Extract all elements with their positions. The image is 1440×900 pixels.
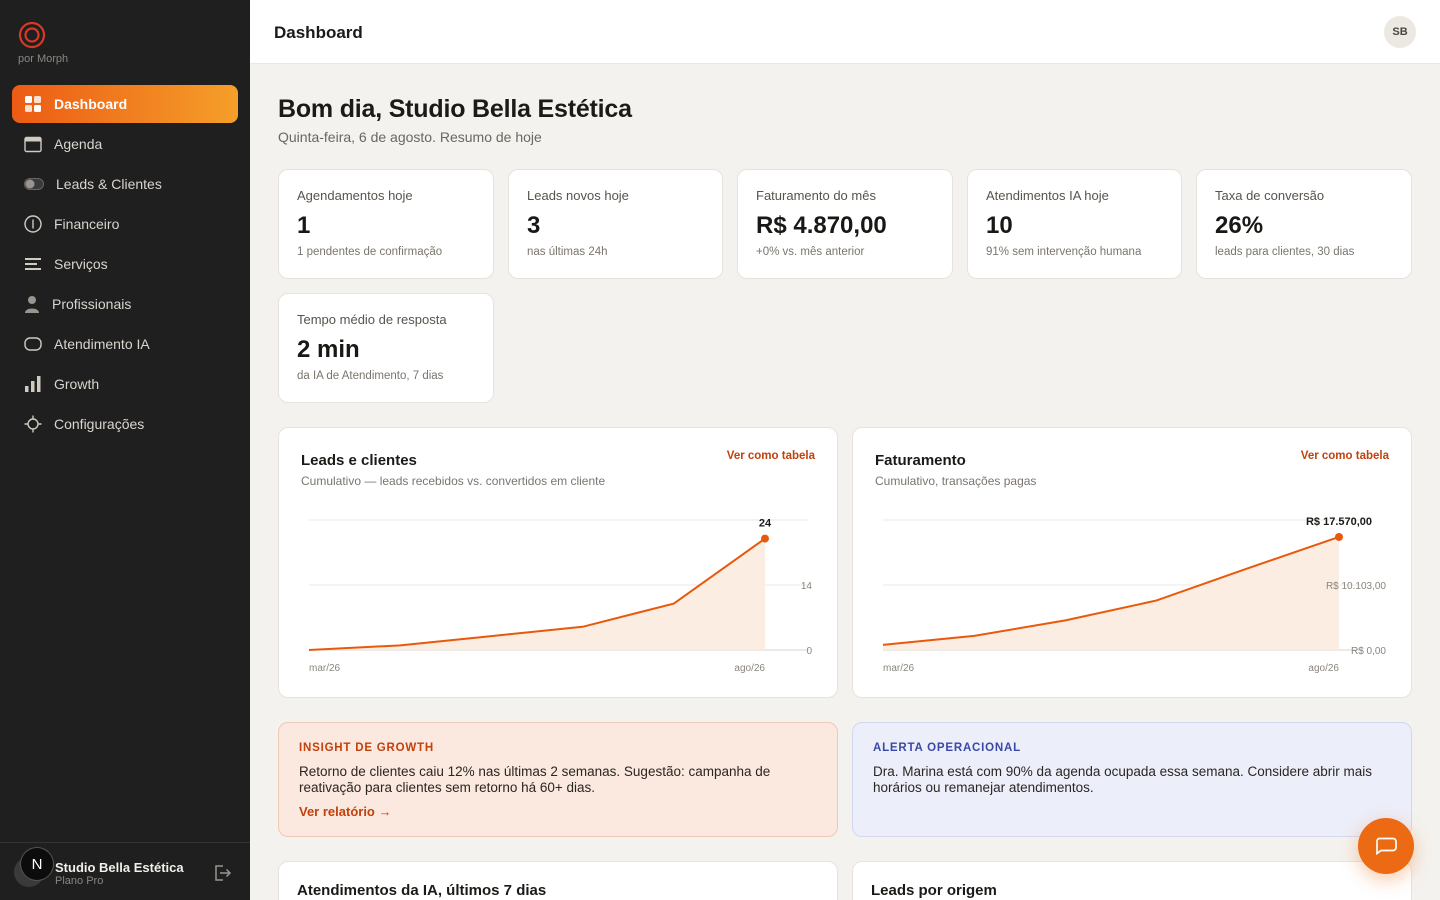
- stat-card-conversao[interactable]: Taxa de conversão 26% leads para cliente…: [1196, 169, 1412, 279]
- chat-bubble-icon: [1376, 837, 1397, 855]
- n-badge[interactable]: N: [21, 848, 53, 880]
- series-area: [883, 536, 1339, 650]
- sidebar: por Morph Dashboard Agenda Leads & Clien…: [0, 0, 250, 900]
- stat-label: Atendimentos IA hoje: [986, 188, 1109, 203]
- stat-value: 26%: [1215, 212, 1264, 239]
- sidebar-item-label: Profissionais: [52, 296, 132, 312]
- stat-hint: +0% vs. mês anterior: [756, 246, 865, 258]
- data-point: [761, 534, 769, 543]
- data-point: [1335, 532, 1343, 541]
- greeting-title: Bom dia, Studio Bella Estética: [278, 95, 632, 123]
- stat-label: Faturamento do mês: [756, 188, 876, 203]
- sidebar-item-label: Growth: [54, 376, 100, 392]
- chat-icon: [24, 335, 42, 353]
- stat-value: 3: [527, 212, 541, 239]
- y-tick-label: 14: [801, 581, 813, 592]
- ops-alert-card: ALERTA OPERACIONAL Dra. Marina está com …: [852, 722, 1412, 837]
- stat-label: Tempo médio de resposta: [297, 312, 447, 327]
- chart-card-revenue: Faturamento Cumulativo, transações pagas…: [852, 427, 1412, 698]
- logo[interactable]: por Morph: [18, 21, 68, 65]
- insight-text: Retorno de clientes caiu 12% nas últimas…: [299, 764, 771, 795]
- grid-icon: [24, 95, 42, 113]
- stat-label: Leads novos hoje: [527, 188, 629, 203]
- sidebar-item-dashboard[interactable]: Dashboard: [12, 85, 238, 123]
- sidebar-item-leads[interactable]: Leads & Clientes: [12, 165, 238, 203]
- sidebar-item-profissionais[interactable]: Profissionais: [12, 285, 238, 323]
- stat-value: 2 min: [297, 336, 360, 363]
- revenue-chart: R$ 17.570,00 R$ 0,00 R$ 10.103,00 mar/26 ago…: [882, 516, 1386, 674]
- gear-icon: [24, 415, 42, 433]
- stat-value: 10: [986, 212, 1013, 239]
- stat-hint: nas últimas 24h: [527, 246, 608, 258]
- stat-card-agendamentos[interactable]: Agendamentos hoje 1 1 pendentes de confi…: [278, 169, 494, 279]
- stat-hint: 91% sem intervenção humana: [986, 246, 1142, 258]
- view-report-link[interactable]: Ver relatório →: [299, 804, 391, 819]
- sidebar-item-label: Financeiro: [54, 216, 120, 232]
- calendar-icon: [24, 135, 42, 153]
- greeting-subtitle: Quinta-feira, 6 de agosto. Resumo de hoj…: [278, 129, 542, 145]
- leads-chart: 24 0 14 mar/26 ago/26: [308, 518, 813, 674]
- ia-attendance-title: Atendimentos da IA, últimos 7 dias: [297, 882, 547, 899]
- data-label: 24: [759, 518, 772, 530]
- stat-value: R$ 4.870,00: [756, 212, 887, 239]
- y-tick-label: 0: [806, 646, 812, 657]
- stat-label: Agendamentos hoje: [297, 188, 413, 203]
- data-label: R$ 17.570,00: [1306, 516, 1372, 528]
- stat-value: 1: [297, 212, 311, 239]
- list-icon: [24, 255, 42, 273]
- insight-tag: INSIGHT DE GROWTH: [299, 742, 434, 754]
- leads-origin-title: Leads por origem: [871, 882, 997, 899]
- alert-text: Dra. Marina está com 90% da agenda ocupa…: [873, 764, 1373, 795]
- stat-label: Taxa de conversão: [1215, 188, 1325, 203]
- user-avatar[interactable]: SB: [1384, 16, 1416, 48]
- x-tick-label: ago/26: [1308, 663, 1339, 674]
- page-title: Dashboard: [274, 23, 363, 42]
- y-tick-label: R$ 10.103,00: [1326, 581, 1386, 592]
- account-name: Studio Bella Estética: [55, 860, 184, 875]
- chat-fab-button[interactable]: [1358, 818, 1414, 874]
- chart-card-leads: Leads e clientes Cumulativo — leads rece…: [278, 427, 838, 698]
- bar-chart-icon: [24, 375, 42, 393]
- alert-tag: ALERTA OPERACIONAL: [873, 742, 1021, 754]
- x-tick-label: mar/26: [883, 663, 915, 674]
- stat-hint: 1 pendentes de confirmação: [297, 246, 443, 258]
- x-tick-label: ago/26: [734, 663, 765, 674]
- sidebar-item-label: Atendimento IA: [54, 336, 150, 352]
- sidebar-item-configuracoes[interactable]: Configurações: [12, 405, 238, 443]
- logo-icon: [18, 21, 46, 49]
- person-icon: [24, 295, 40, 313]
- x-tick-label: mar/26: [309, 663, 341, 674]
- sidebar-item-servicos[interactable]: Serviços: [12, 245, 238, 283]
- series-area: [309, 538, 765, 650]
- account-plan: Plano Pro: [55, 875, 104, 887]
- sidebar-item-atendimento-ia[interactable]: Atendimento IA: [12, 325, 238, 363]
- logo-subtitle: por Morph: [18, 53, 69, 65]
- sidebar-item-label: Configurações: [54, 416, 145, 432]
- stat-card-leads[interactable]: Leads novos hoje 3 nas últimas 24h: [508, 169, 723, 279]
- y-tick-label: R$ 0,00: [1351, 646, 1386, 657]
- sidebar-item-label: Leads & Clientes: [56, 176, 162, 192]
- growth-insight-card: INSIGHT DE GROWTH Retorno de clientes ca…: [278, 722, 838, 837]
- stat-card-faturamento[interactable]: Faturamento do mês R$ 4.870,00 +0% vs. m…: [737, 169, 953, 279]
- top-bar: Dashboard SB: [250, 0, 1440, 64]
- sidebar-item-growth[interactable]: Growth: [12, 365, 238, 403]
- sidebar-nav: Dashboard Agenda Leads & Clientes Financ…: [12, 85, 238, 445]
- stat-hint: da IA de Atendimento, 7 dias: [297, 370, 444, 382]
- sidebar-item-financeiro[interactable]: Financeiro: [12, 205, 238, 243]
- stat-hint: leads para clientes, 30 dias: [1215, 246, 1355, 258]
- sidebar-item-label: Agenda: [54, 136, 103, 152]
- stat-card-tempo-resposta[interactable]: Tempo médio de resposta 2 min da IA de A…: [278, 293, 494, 403]
- stat-card-atendimentos[interactable]: Atendimentos IA hoje 10 91% sem interven…: [967, 169, 1182, 279]
- account-footer: N Studio Bella Estética Plano Pro: [0, 842, 250, 900]
- sidebar-item-agenda[interactable]: Agenda: [12, 125, 238, 163]
- sidebar-item-label: Serviços: [54, 256, 108, 272]
- logout-icon[interactable]: [212, 863, 232, 883]
- info-icon: [24, 215, 42, 233]
- sidebar-item-label: Dashboard: [54, 96, 128, 112]
- toggle-icon: [24, 175, 44, 193]
